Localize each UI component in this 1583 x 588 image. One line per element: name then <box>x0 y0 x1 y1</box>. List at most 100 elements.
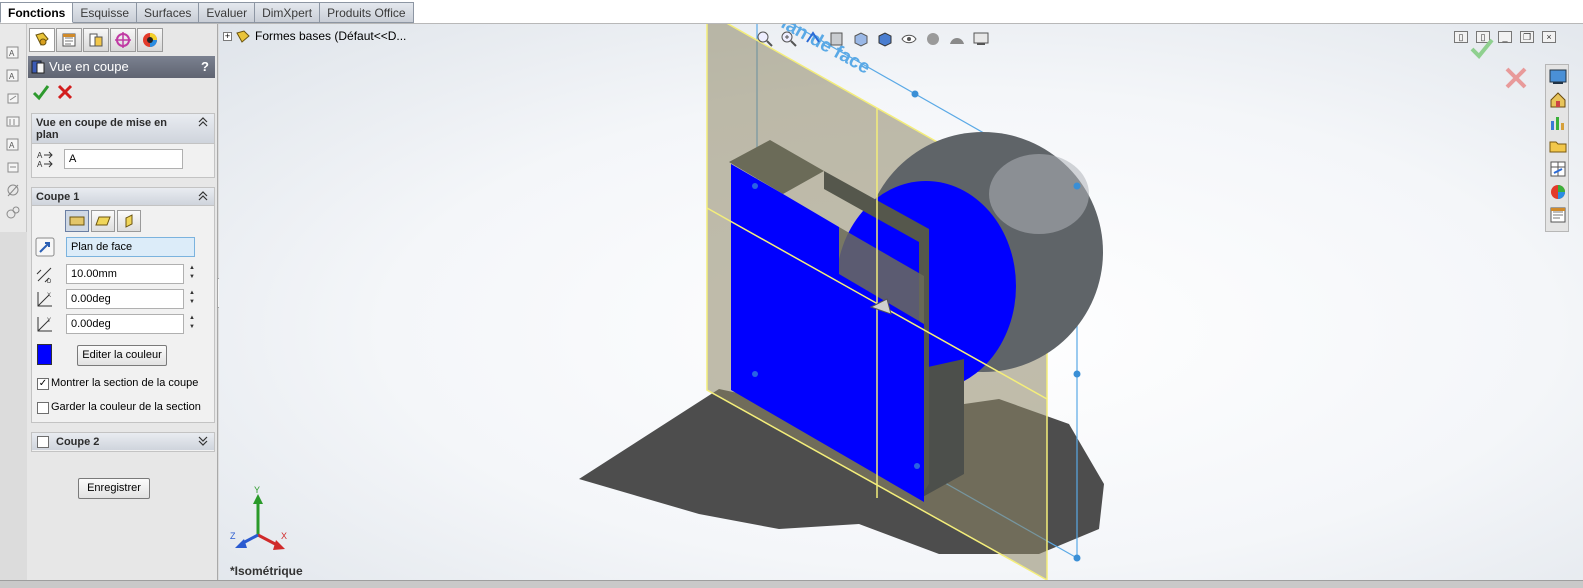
section-view-hud-icon[interactable] <box>828 30 846 48</box>
graphics-viewport[interactable]: Plan de face Y X Z + Formes bases (Défaut… <box>219 24 1583 580</box>
hide-show-items-icon[interactable] <box>900 30 918 48</box>
section-label-input[interactable]: A <box>64 149 183 169</box>
chevron-up-icon[interactable] <box>198 191 208 201</box>
sketch-point <box>752 371 758 377</box>
home-icon[interactable] <box>1548 90 1568 110</box>
group-drawing-section-title: Vue en coupe de mise en plan <box>36 117 168 141</box>
display-style-icon[interactable] <box>876 30 894 48</box>
tab-esquisse[interactable]: Esquisse <box>73 2 138 23</box>
property-manager: Vue en coupe ? Vue en coupe de mise en p… <box>27 24 218 580</box>
hole-callout-icon[interactable] <box>5 182 22 199</box>
svg-text:A: A <box>9 49 15 58</box>
tab-evaluer[interactable]: Evaluer <box>199 2 256 23</box>
tab-surfaces[interactable]: Surfaces <box>137 2 200 23</box>
save-button[interactable]: Enregistrer <box>78 478 150 499</box>
distance-spinner[interactable]: ▲ ▼ <box>187 264 197 284</box>
group-cut-2-header[interactable]: Coupe 2 <box>32 433 214 450</box>
svg-text:A: A <box>37 151 43 160</box>
top-plane-button[interactable] <box>91 210 115 232</box>
feature-tree-icon <box>35 32 49 46</box>
feature-manager-tab[interactable] <box>29 28 55 52</box>
minimize-icon[interactable]: _ <box>1498 31 1512 43</box>
feature-tree-root[interactable]: + Formes bases (Défaut<<D... <box>223 29 406 44</box>
tree-root-label: Formes bases (Défaut<<D... <box>255 29 407 43</box>
zoom-to-fit-icon[interactable] <box>756 30 774 48</box>
axis-y-label: Y <box>254 485 260 495</box>
front-plane-button[interactable] <box>65 210 89 232</box>
y-rotation-input[interactable]: 0.00deg <box>66 314 184 334</box>
tab-produits-office[interactable]: Produits Office <box>320 2 414 23</box>
help-button[interactable]: ? <box>201 56 209 78</box>
sketch-point <box>1073 370 1081 378</box>
ok-check-icon[interactable] <box>32 83 50 101</box>
design-library-icon[interactable] <box>1548 113 1568 133</box>
reference-plane-input[interactable]: Plan de face <box>66 237 195 257</box>
solidworks-resources-icon[interactable] <box>1548 67 1568 87</box>
top-plane-icon <box>95 216 111 226</box>
surface-finish-icon[interactable]: A <box>5 136 22 153</box>
group-cut-1-header[interactable]: Coupe 1 <box>32 188 214 206</box>
configuration-manager-tab[interactable] <box>83 28 109 52</box>
heads-up-toolbar <box>756 29 990 49</box>
svg-text:A: A <box>37 160 43 169</box>
y-rotation-icon: Y <box>35 314 55 334</box>
tab-fonctions[interactable]: Fonctions <box>0 2 74 23</box>
edit-appearance-icon[interactable] <box>924 30 942 48</box>
keep-color-checkbox[interactable] <box>37 402 49 414</box>
group-drawing-section-header[interactable]: Vue en coupe de mise en plan <box>32 114 214 144</box>
weld-symbol-icon[interactable] <box>5 159 22 176</box>
restore-icon[interactable]: ❐ <box>1520 31 1534 43</box>
file-explorer-icon[interactable] <box>1548 136 1568 156</box>
confirm-ok-icon[interactable] <box>1469 35 1495 61</box>
chevron-down-icon[interactable] <box>198 436 208 446</box>
cut-2-checkbox[interactable] <box>37 436 49 448</box>
group-cut-1-title: Coupe 1 <box>36 191 80 203</box>
tab-dimxpert[interactable]: DimXpert <box>255 2 321 23</box>
annotation-icon[interactable]: A <box>5 67 22 84</box>
x-rotation-icon: X <box>35 289 55 309</box>
axis-triad: Y X Z <box>230 485 287 550</box>
panel-title: Vue en coupe ? <box>28 56 215 78</box>
chevron-up-icon[interactable] <box>198 117 208 127</box>
property-manager-tab[interactable] <box>56 28 82 52</box>
distance-input[interactable]: 10.00mm <box>66 264 184 284</box>
tile-horizontal-icon[interactable]: ▯ <box>1454 31 1468 43</box>
tree-expand-icon[interactable]: + <box>223 32 232 42</box>
apply-scene-icon[interactable] <box>948 30 966 48</box>
previous-view-icon[interactable] <box>804 30 822 48</box>
view-settings-icon[interactable] <box>972 30 990 48</box>
edit-color-button[interactable]: Editer la couleur <box>77 345 167 366</box>
view-orientation-icon[interactable] <box>852 30 870 48</box>
sketch-point <box>1073 554 1081 562</box>
close-icon[interactable]: × <box>1542 31 1556 43</box>
show-section-checkbox[interactable]: ✓ <box>37 378 49 390</box>
display-manager-tab[interactable] <box>137 28 163 52</box>
cancel-x-icon[interactable] <box>56 83 74 101</box>
confirm-cancel-icon[interactable] <box>1503 65 1529 91</box>
right-plane-button[interactable] <box>117 210 141 232</box>
zoom-area-icon[interactable] <box>780 30 798 48</box>
color-wheel-icon <box>143 33 157 47</box>
datum-icon[interactable] <box>5 90 22 107</box>
y-rotation-spinner[interactable]: ▲ ▼ <box>187 314 197 334</box>
geometric-tolerance-icon[interactable] <box>5 113 22 130</box>
svg-text:A: A <box>9 72 15 81</box>
sketch-point <box>1073 182 1081 190</box>
appearances-icon[interactable] <box>1548 182 1568 202</box>
svg-text:A: A <box>9 141 15 150</box>
view-palette-icon[interactable] <box>1548 159 1568 179</box>
distance-icon: D <box>35 264 55 285</box>
note-icon[interactable]: A <box>5 44 22 61</box>
custom-properties-icon[interactable] <box>1548 205 1568 225</box>
reference-plane-icon[interactable] <box>35 237 55 257</box>
section-view-icon <box>31 60 45 74</box>
dimxpert-manager-tab[interactable] <box>110 28 136 52</box>
group-cut-2-title: Coupe 2 <box>56 436 100 448</box>
section-label-icon: AA <box>36 149 56 169</box>
model-scene[interactable]: Plan de face Y X Z <box>219 24 1583 580</box>
balloon-icon[interactable] <box>5 204 22 221</box>
x-rotation-spinner[interactable]: ▲ ▼ <box>187 289 197 309</box>
status-bar <box>0 580 1583 588</box>
crosshair-icon <box>115 32 131 48</box>
x-rotation-input[interactable]: 0.00deg <box>66 289 184 309</box>
